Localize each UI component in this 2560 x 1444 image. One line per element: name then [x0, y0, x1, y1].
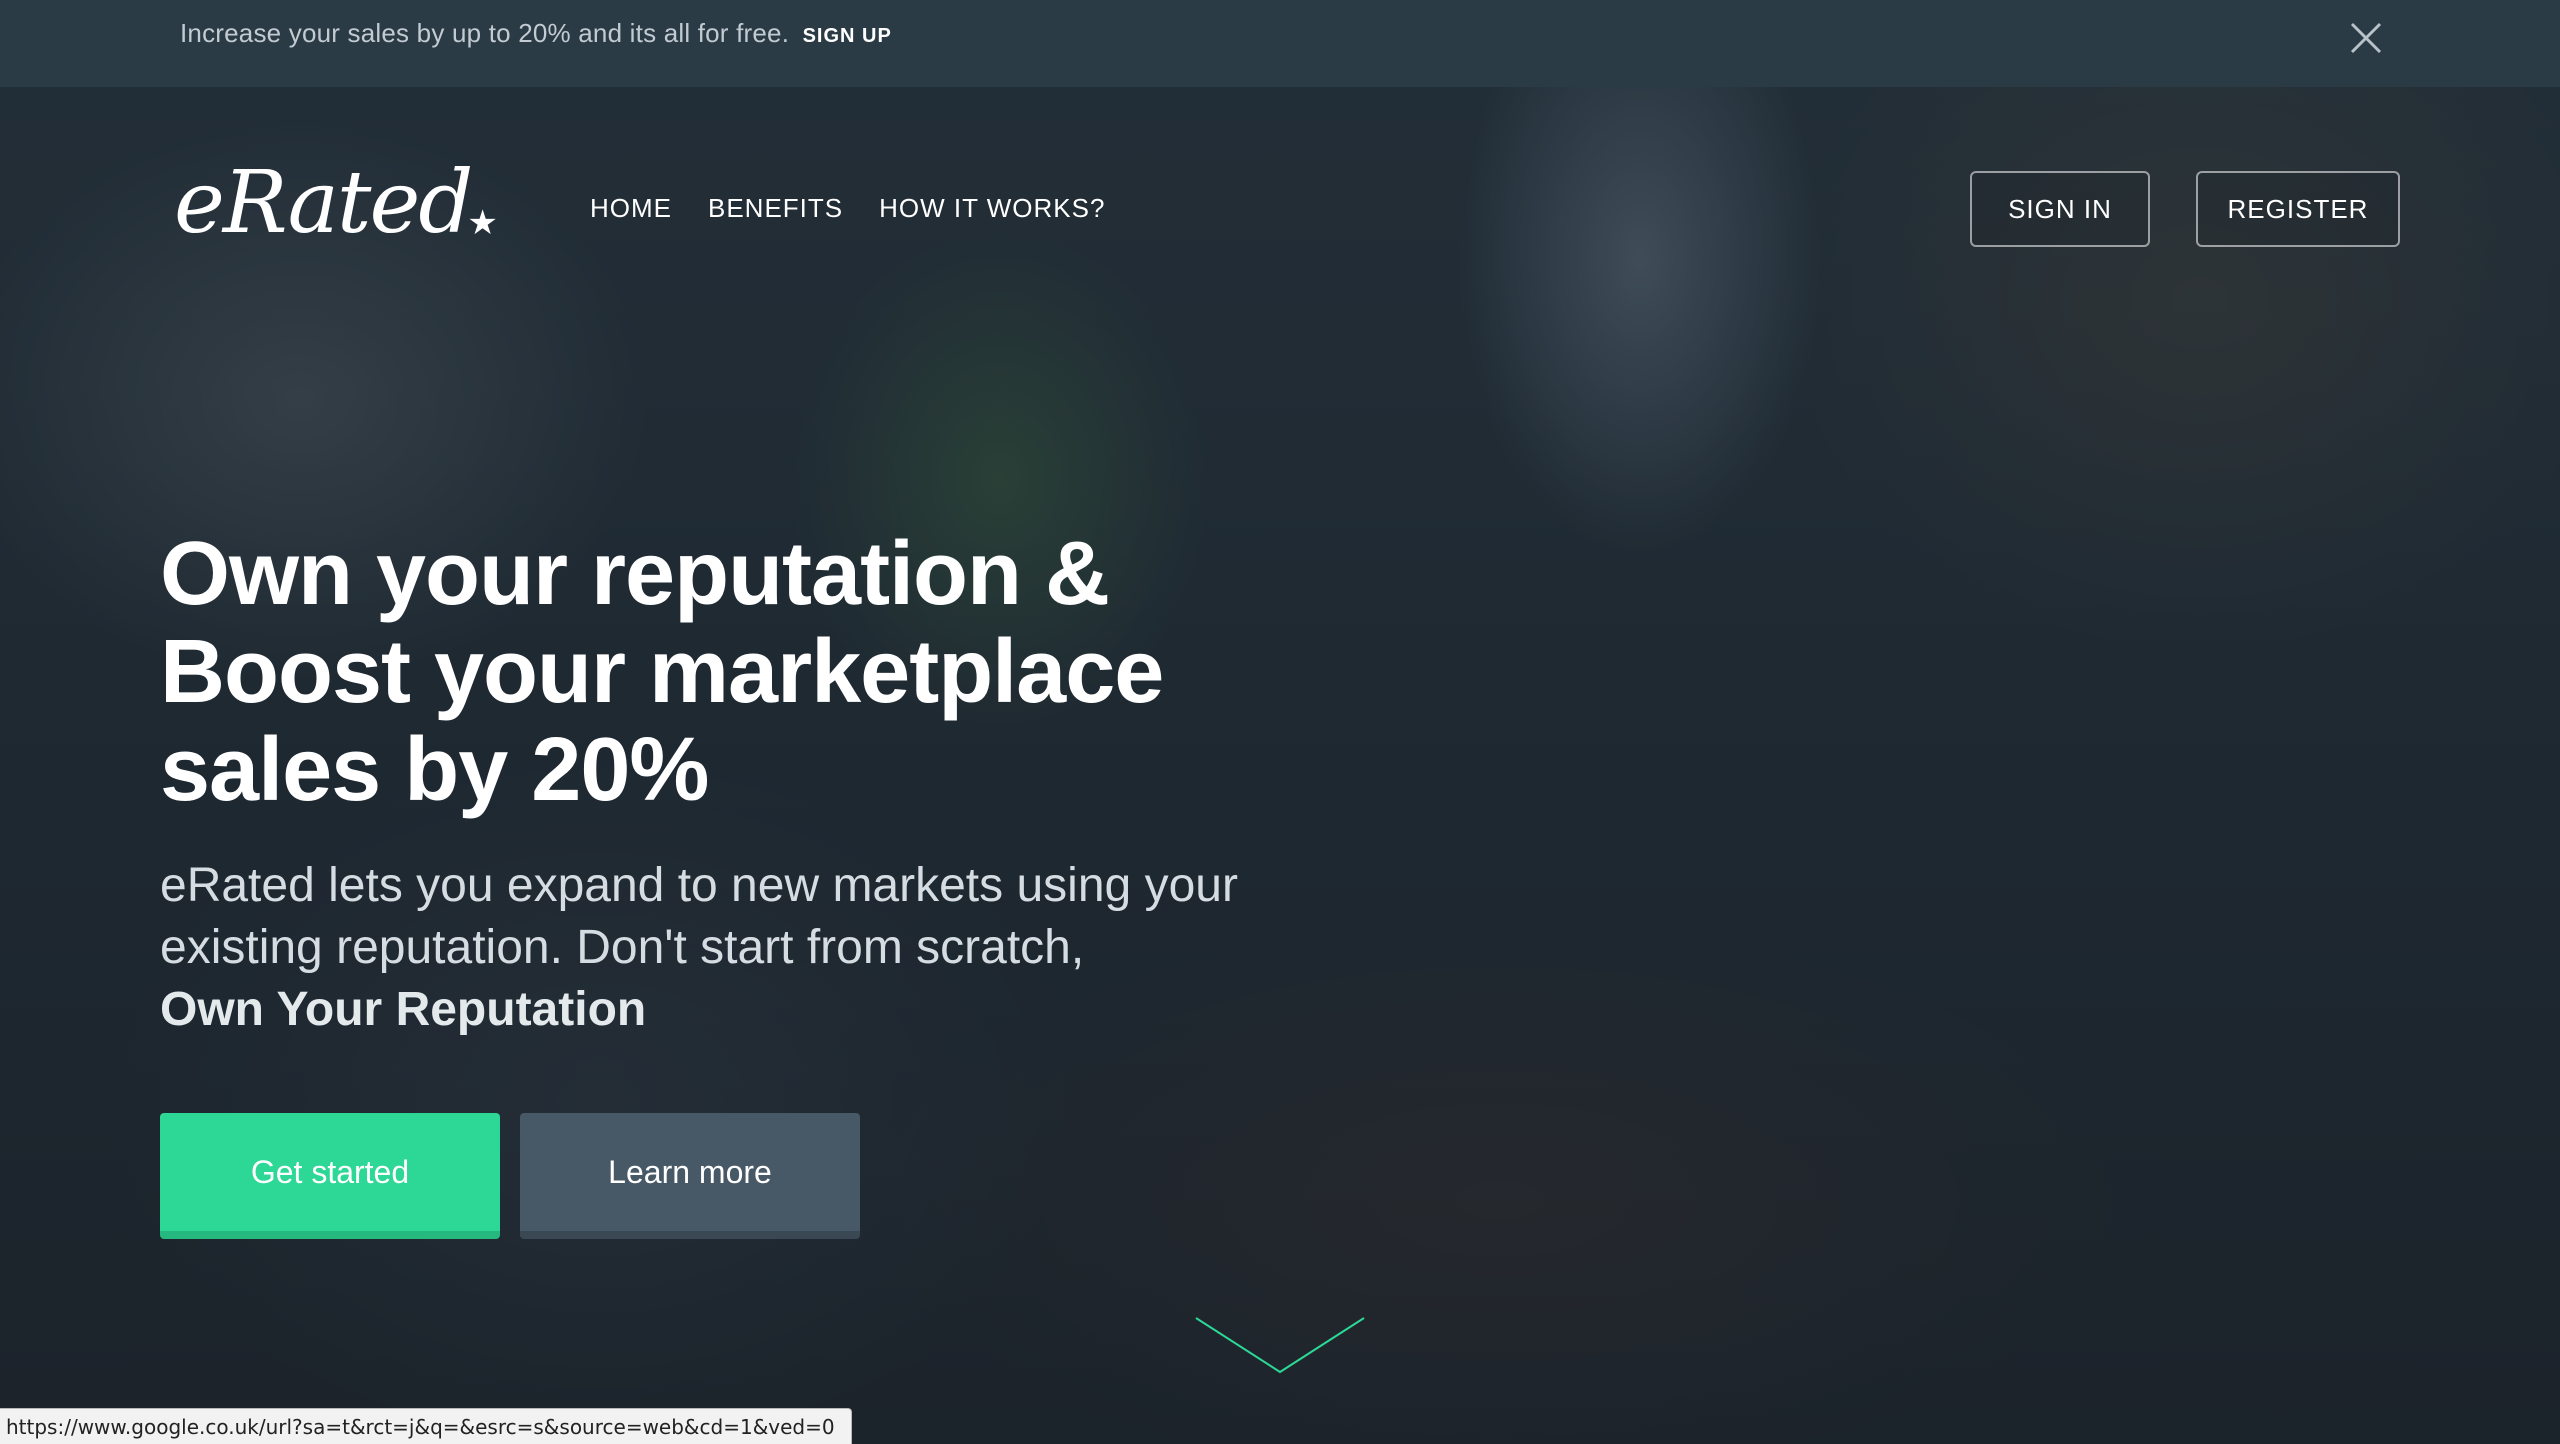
browser-status-bar: https://www.google.co.uk/url?sa=t&rct=j&…	[0, 1408, 852, 1444]
hero-subtext: eRated lets you expand to new markets us…	[160, 855, 1360, 1041]
close-icon[interactable]	[2346, 18, 2386, 58]
headline-line-2: Boost your marketplace	[160, 622, 1164, 722]
status-url: https://www.google.co.uk/url?sa=t&rct=j&…	[6, 1415, 835, 1439]
logo-star-icon: ★	[467, 203, 498, 243]
announcement-signup-link[interactable]: SIGN UP	[803, 25, 892, 47]
chevron-down-icon[interactable]	[1194, 1316, 1366, 1374]
main-nav: HOME BENEFITS HOW IT WORKS?	[590, 193, 1105, 224]
nav-item-home[interactable]: HOME	[590, 193, 672, 224]
get-started-button[interactable]: Get started	[160, 1113, 500, 1239]
headline-line-3: sales by 20%	[160, 720, 709, 820]
erated-logo[interactable]: eRated★	[174, 160, 498, 246]
announcement-text: Increase your sales by up to 20% and its…	[180, 18, 892, 49]
subtext-strong: Own Your Reputation	[160, 983, 647, 1036]
headline-line-1: Own your reputation &	[160, 524, 1110, 624]
hero-headline: Own your reputation & Boost your marketp…	[160, 525, 1360, 819]
learn-more-button[interactable]: Learn more	[520, 1113, 860, 1239]
sign-in-button[interactable]: SIGN IN	[1970, 171, 2150, 247]
register-button[interactable]: REGISTER	[2196, 171, 2400, 247]
nav-item-benefits[interactable]: BENEFITS	[708, 193, 843, 224]
announcement-bar: Increase your sales by up to 20% and its…	[0, 0, 2560, 87]
subtext-line-2: existing reputation. Don't start from sc…	[160, 921, 1085, 974]
subtext-line-1: eRated lets you expand to new markets us…	[160, 859, 1238, 912]
logo-text: eRated	[174, 153, 473, 253]
announcement-message: Increase your sales by up to 20% and its…	[180, 18, 790, 48]
nav-item-how-it-works[interactable]: HOW IT WORKS?	[879, 193, 1105, 224]
